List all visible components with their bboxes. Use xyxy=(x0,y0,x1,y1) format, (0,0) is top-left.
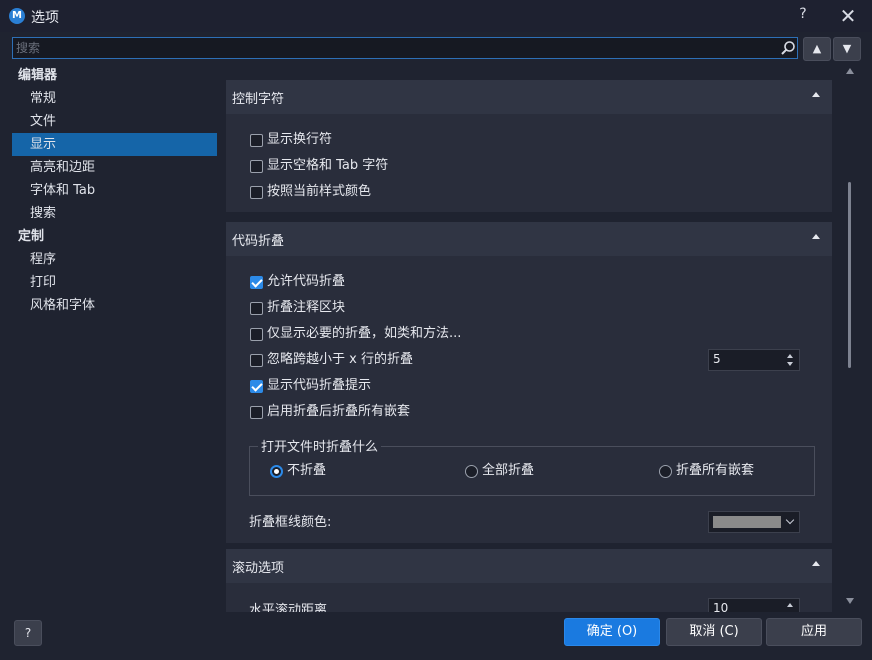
search-next-button[interactable]: ▼ xyxy=(833,37,861,61)
vertical-scrollbar[interactable] xyxy=(842,64,858,612)
search-prev-button[interactable]: ▲ xyxy=(803,37,831,61)
tree-item-display[interactable]: 显示 xyxy=(12,133,217,156)
tree-item-search[interactable]: 搜索 xyxy=(12,202,217,225)
checkbox-label: 显示代码折叠提示 xyxy=(267,378,372,393)
checkbox-label: 允许代码折叠 xyxy=(267,274,346,289)
checkbox-box[interactable] xyxy=(250,160,263,173)
tree-item-general[interactable]: 常规 xyxy=(12,87,217,110)
section-title: 滚动选项 xyxy=(232,561,285,576)
window-title: 选项 xyxy=(31,10,59,26)
radio-label: 折叠所有嵌套 xyxy=(676,463,755,478)
tree-item-print[interactable]: 打印 xyxy=(12,271,217,294)
scroll-up-icon[interactable] xyxy=(846,68,854,74)
fold-line-color-label: 折叠框线颜色: xyxy=(249,515,332,530)
title-bar: M 选项 ? ✕ xyxy=(0,0,872,32)
checkbox-box[interactable] xyxy=(250,380,263,393)
stepper-value[interactable]: 5 xyxy=(713,352,721,366)
radio-button[interactable] xyxy=(270,465,283,478)
stepper-value[interactable]: 10 xyxy=(713,601,728,612)
tree-item-font-tab[interactable]: 字体和 Tab xyxy=(12,179,217,202)
checkbox-box[interactable] xyxy=(250,302,263,315)
options-tree: 编辑器 常规 文件 显示 高亮和边距 字体和 Tab 搜索 定制 程序 打印 风… xyxy=(12,64,218,614)
radio-label: 不折叠 xyxy=(287,463,327,478)
collapse-icon[interactable] xyxy=(812,561,820,566)
checkbox-box[interactable] xyxy=(250,328,263,341)
section-header-scroll[interactable]: 滚动选项 xyxy=(226,549,832,583)
radio-label: 全部折叠 xyxy=(482,463,535,478)
collapse-icon[interactable] xyxy=(812,92,820,97)
tree-group-customize[interactable]: 定制 xyxy=(12,225,217,248)
ok-button[interactable]: 确定 (O) xyxy=(564,618,660,646)
chevron-down-icon[interactable] xyxy=(785,515,795,525)
help-button[interactable]: ? xyxy=(14,620,42,646)
apply-button[interactable]: 应用 xyxy=(766,618,862,646)
checkbox-box[interactable] xyxy=(250,134,263,147)
checkbox-label: 显示换行符 xyxy=(267,132,333,147)
title-help-button[interactable]: ? xyxy=(794,6,812,26)
collapse-icon[interactable] xyxy=(812,234,820,239)
search-input[interactable] xyxy=(12,37,798,59)
scroll-down-icon[interactable] xyxy=(846,598,854,604)
horizontal-scroll-stepper[interactable]: 10 xyxy=(708,598,800,612)
section-title: 控制字符 xyxy=(232,92,285,107)
section-body-scroll: 水平滚动距离 10 xyxy=(226,583,832,612)
dialog-footer: ? 确定 (O) 取消 (C) 应用 xyxy=(0,612,872,660)
min-lines-stepper[interactable]: 5 xyxy=(708,349,800,371)
scroll-thumb[interactable] xyxy=(848,182,851,368)
settings-panel: 控制字符 显示换行符 显示空格和 Tab 字符 按照当前样式颜色 代码折叠 允许… xyxy=(226,64,832,612)
fold-line-color-dropdown[interactable] xyxy=(708,511,800,533)
close-button[interactable]: ✕ xyxy=(836,4,860,28)
tree-group-editor[interactable]: 编辑器 xyxy=(12,64,217,87)
search-icon[interactable] xyxy=(780,40,796,56)
tree-item-style-font[interactable]: 风格和字体 xyxy=(12,294,217,317)
color-swatch xyxy=(713,516,781,528)
section-header-control-chars[interactable]: 控制字符 xyxy=(226,80,832,114)
checkbox-label: 仅显示必要的折叠，如类和方法... xyxy=(267,326,462,341)
checkbox-label: 忽略跨越小于 x 行的折叠 xyxy=(267,352,413,367)
horizontal-scroll-label: 水平滚动距离 xyxy=(249,603,328,612)
radio-button[interactable] xyxy=(659,465,672,478)
stepper-up-icon[interactable] xyxy=(787,603,793,607)
section-header-code-folding[interactable]: 代码折叠 xyxy=(226,222,832,256)
checkbox-label: 折叠注释区块 xyxy=(267,300,346,315)
checkbox-label: 显示空格和 Tab 字符 xyxy=(267,158,389,173)
checkbox-label: 按照当前样式颜色 xyxy=(267,184,372,199)
cancel-button[interactable]: 取消 (C) xyxy=(666,618,762,646)
fold-on-open-title: 打开文件时折叠什么 xyxy=(258,436,382,455)
radio-button[interactable] xyxy=(465,465,478,478)
checkbox-box[interactable] xyxy=(250,406,263,419)
section-body-code-folding: 允许代码折叠 折叠注释区块 仅显示必要的折叠，如类和方法... 忽略跨越小于 x… xyxy=(226,256,832,543)
app-logo-icon: M xyxy=(9,8,25,24)
tree-item-highlight-margins[interactable]: 高亮和边距 xyxy=(12,156,217,179)
stepper-down-icon[interactable] xyxy=(787,362,793,366)
checkbox-box[interactable] xyxy=(250,276,263,289)
checkbox-label: 启用折叠后折叠所有嵌套 xyxy=(267,404,411,419)
section-title: 代码折叠 xyxy=(232,234,285,249)
section-body-control-chars: 显示换行符 显示空格和 Tab 字符 按照当前样式颜色 xyxy=(226,114,832,212)
checkbox-box[interactable] xyxy=(250,354,263,367)
tree-item-file[interactable]: 文件 xyxy=(12,110,217,133)
tree-item-program[interactable]: 程序 xyxy=(12,248,217,271)
stepper-up-icon[interactable] xyxy=(787,354,793,358)
checkbox-box[interactable] xyxy=(250,186,263,199)
